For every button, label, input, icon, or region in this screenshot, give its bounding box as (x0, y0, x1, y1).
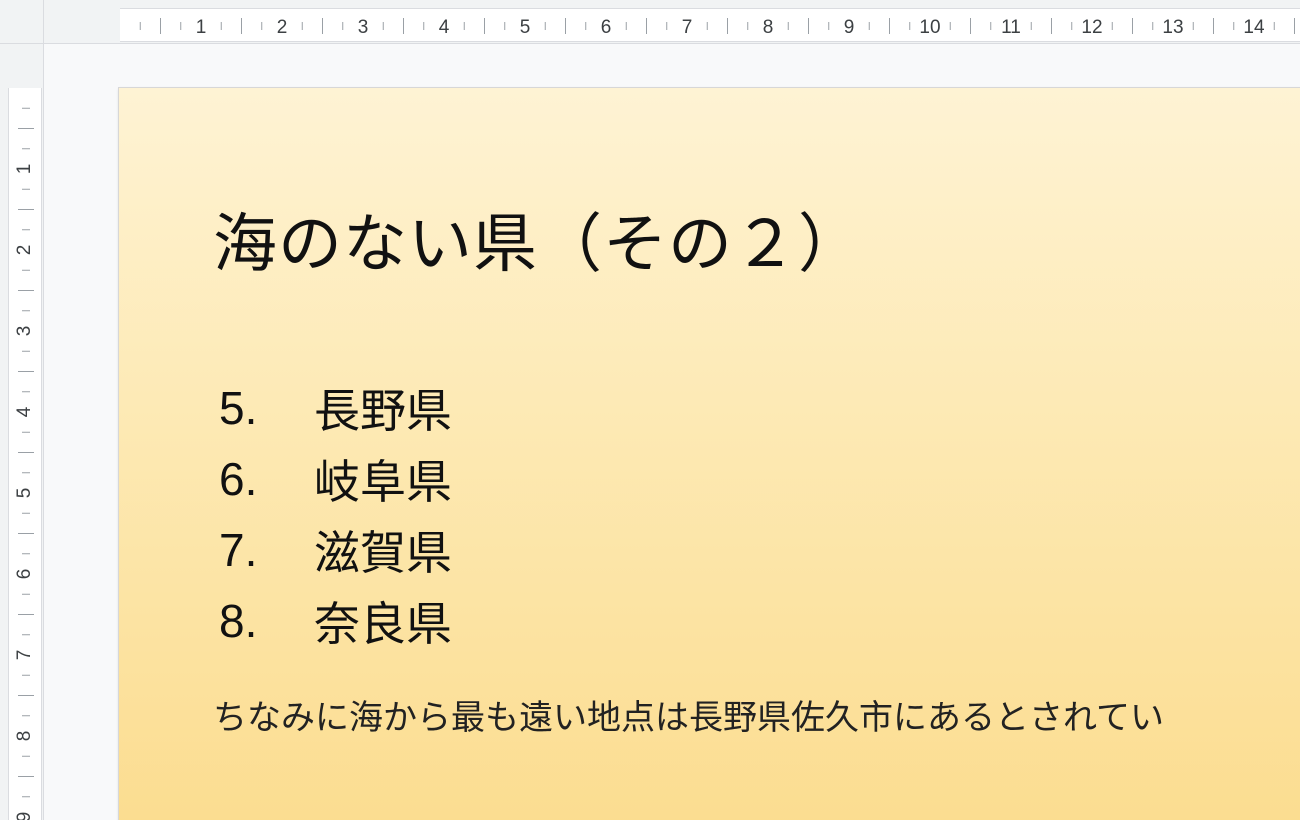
list-item: 5. 長野県 (219, 372, 452, 443)
ruler-number: 5 (14, 488, 35, 499)
ruler-number: 3 (14, 326, 35, 337)
ruler-number: 8 (14, 731, 35, 742)
ruler-number: 6 (14, 569, 35, 580)
ruler-number: 2 (14, 245, 35, 256)
ruler-number: 6 (601, 17, 612, 38)
ruler-number: 3 (358, 17, 369, 38)
prefecture-list[interactable]: 5. 長野県 6. 岐阜県 7. 滋賀県 8. 奈良県 (219, 372, 452, 656)
horizontal-ruler[interactable]: 1 2 3 4 5 6 7 8 9 10 11 12 13 14 (44, 0, 1300, 44)
ruler-number: 8 (763, 17, 774, 38)
ruler-number: 13 (1162, 17, 1183, 38)
vertical-ruler-scale: 1 2 3 4 5 6 7 8 9 (14, 107, 35, 820)
horizontal-ruler-scale: 1 2 3 4 5 6 7 8 9 10 11 12 13 14 (139, 17, 1295, 38)
ruler-corner (0, 0, 44, 44)
ruler-number: 5 (520, 17, 531, 38)
list-item: 8. 奈良県 (219, 585, 452, 656)
list-item-number: 7. (219, 523, 258, 576)
list-item: 7. 滋賀県 (219, 514, 452, 585)
ruler-number: 14 (1243, 17, 1265, 38)
slide-title[interactable]: 海のない県（その２） (213, 213, 863, 277)
list-item-number: 5. (219, 381, 258, 434)
ruler-number: 2 (277, 17, 288, 38)
ruler-number: 4 (14, 406, 35, 417)
list-item-number: 8. (219, 594, 258, 647)
list-item-label: 岐阜県 (314, 454, 452, 509)
ruler-number: 10 (919, 17, 940, 38)
slide-note[interactable]: ちなみに海から最も遠い地点は長野県佐久市にあるとされてい (213, 690, 1164, 739)
list-item-label: 長野県 (314, 383, 452, 438)
list-item-label: 滋賀県 (314, 525, 452, 580)
slides-editor: 1 2 3 4 5 6 7 8 9 10 11 12 13 14 123456789 海のない県（その２）… (0, 0, 1300, 820)
ruler-number: 11 (1001, 17, 1021, 38)
ruler-number: 9 (14, 812, 35, 820)
ruler-number: 4 (439, 17, 450, 38)
vertical-ruler[interactable]: 1 2 3 4 5 6 7 8 9 (0, 44, 44, 820)
ruler-number: 1 (196, 17, 207, 38)
ruler-number: 9 (844, 17, 855, 38)
slide-canvas[interactable]: 海のない県（その２） 5. 長野県 6. 岐阜県 7. 滋賀県 8. 奈良県 ち… (45, 45, 1300, 820)
list-item-label: 奈良県 (314, 596, 452, 651)
list-item-number: 6. (219, 452, 258, 505)
ruler-number: 1 (14, 164, 35, 175)
list-item: 6. 岐阜県 (219, 443, 452, 514)
slide[interactable]: 海のない県（その２） 5. 長野県 6. 岐阜県 7. 滋賀県 8. 奈良県 ち… (119, 88, 1300, 820)
ruler-number: 7 (14, 650, 35, 661)
ruler-number: 12 (1081, 17, 1102, 38)
ruler-number: 7 (682, 17, 693, 38)
